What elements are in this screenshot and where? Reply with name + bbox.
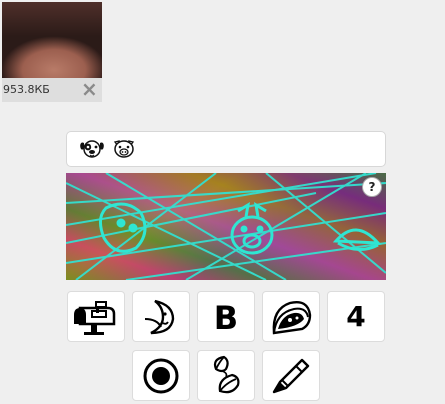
option-mailbox-button[interactable] — [67, 291, 125, 342]
option-taco-button[interactable] — [262, 291, 320, 342]
uploaded-image-meta: 953.8КБ × — [2, 78, 102, 102]
selected-icons-bar — [66, 131, 386, 167]
uploaded-image-preview — [2, 2, 102, 78]
option-number-button[interactable]: 4 — [327, 291, 385, 342]
crayon-icon — [272, 358, 310, 393]
dog-face-icon[interactable] — [79, 137, 105, 161]
pig-face-icon[interactable] — [111, 137, 137, 161]
option-moon-button[interactable] — [132, 291, 190, 342]
option-radio-button[interactable] — [132, 350, 190, 401]
remove-image-button[interactable]: × — [81, 79, 98, 99]
captcha-image: ? — [66, 173, 386, 280]
help-button[interactable]: ? — [362, 177, 382, 197]
bold-b-icon: B — [214, 300, 238, 334]
number-label: 4 — [346, 300, 366, 333]
leaves-icon — [213, 355, 240, 393]
radio-button-icon — [143, 358, 179, 393]
uploaded-image-card: 953.8КБ × — [2, 2, 102, 102]
file-size: 953.8КБ — [3, 83, 50, 96]
option-bold-button[interactable]: B — [197, 291, 255, 342]
option-leaves-button[interactable] — [197, 350, 255, 401]
option-crayon-button[interactable] — [262, 350, 320, 401]
svg-text:B: B — [214, 300, 238, 334]
crescent-moon-face-icon — [144, 299, 175, 334]
taco-icon — [272, 300, 312, 334]
mailbox-icon — [74, 300, 116, 335]
